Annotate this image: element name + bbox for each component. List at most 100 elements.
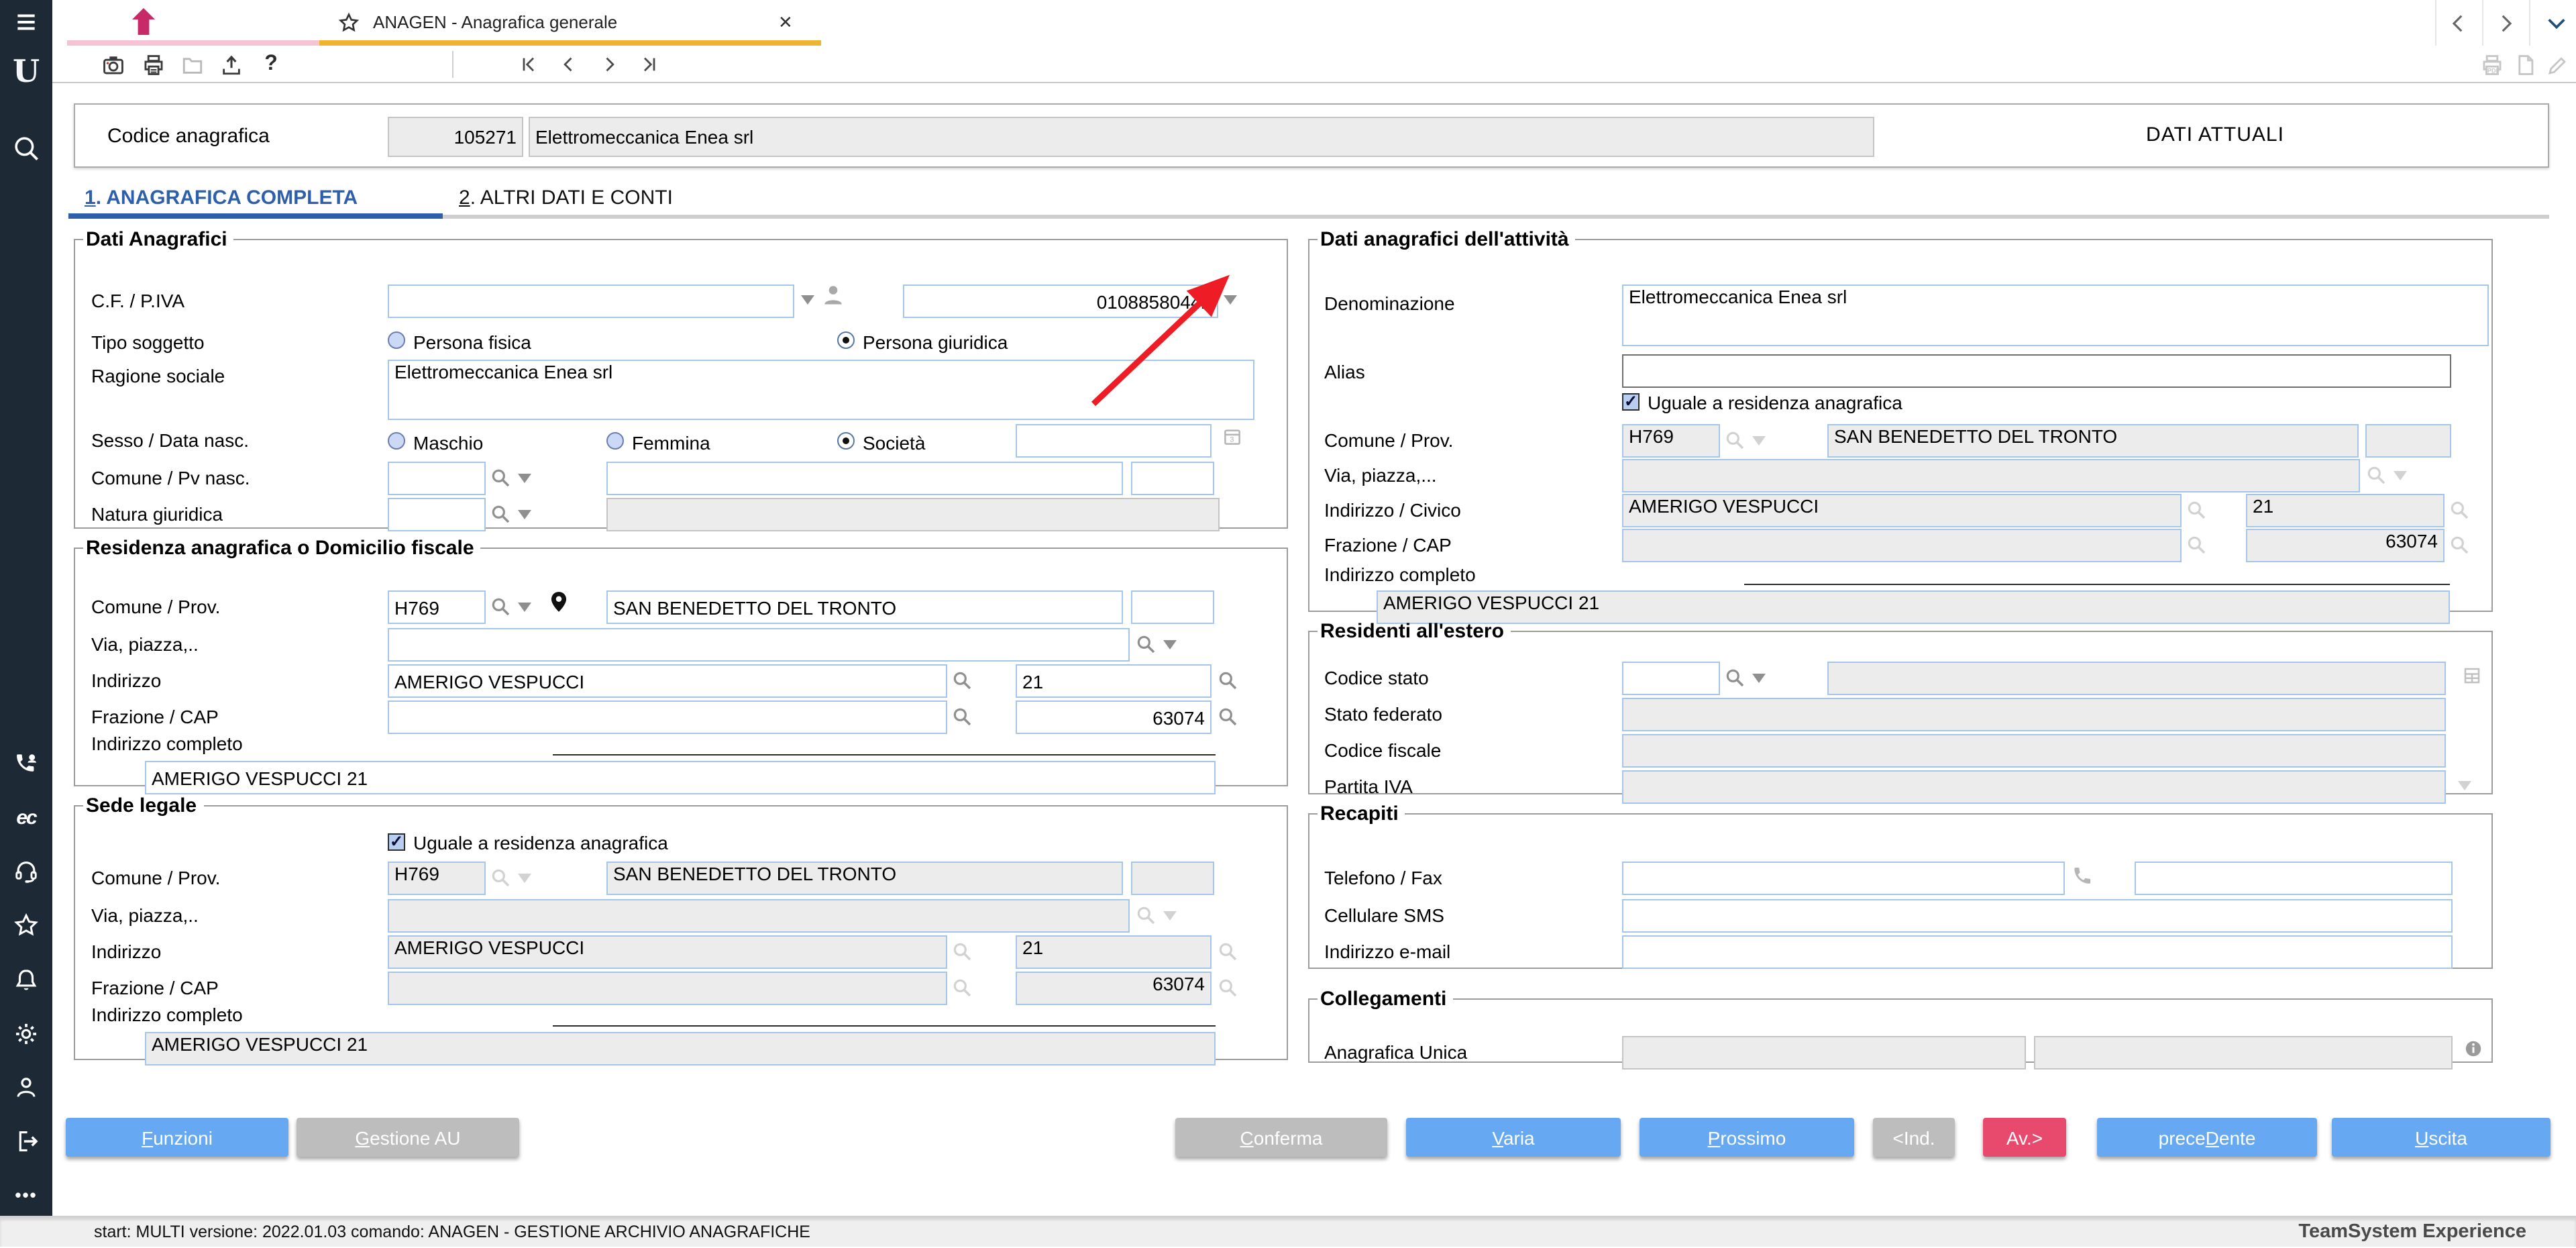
res-via-search-icon[interactable]	[1135, 633, 1157, 655]
denominazione-field[interactable]: Elettromeccanica Enea srl	[1622, 284, 2489, 346]
ragione-sociale-field[interactable]: Elettromeccanica Enea srl	[388, 360, 1254, 420]
ec-logo-icon[interactable]: ec	[0, 801, 52, 833]
favorite-star-icon[interactable]	[338, 12, 360, 34]
tab-anagrafica-completa[interactable]: 1. ANAGRAFICA COMPLETA	[85, 187, 358, 209]
natura-dropdown-icon[interactable]	[518, 510, 531, 519]
radio-societa[interactable]	[837, 432, 855, 450]
comune-nasc-code-field[interactable]	[388, 462, 486, 495]
att-comune-code-field: H769	[1622, 424, 1720, 458]
piva-field[interactable]	[903, 284, 1218, 318]
attivita-uguale-checkbox[interactable]: ✓	[1622, 393, 1640, 411]
logout-icon[interactable]	[0, 1125, 52, 1157]
comune-nasc-search-icon[interactable]	[490, 467, 511, 488]
radio-persona-giuridica[interactable]	[837, 331, 855, 349]
fax-field[interactable]	[2135, 862, 2453, 895]
tabs-list-icon[interactable]	[2541, 8, 2571, 38]
cellulare-field[interactable]	[1622, 899, 2453, 933]
close-icon[interactable]: ✕	[778, 12, 793, 34]
nav-last-icon[interactable]	[635, 50, 664, 79]
res-via-dropdown-icon[interactable]	[1163, 640, 1177, 649]
codice-anagrafica-field[interactable]	[388, 117, 523, 157]
codice-stato-dropdown-icon[interactable]	[1752, 674, 1766, 683]
avanti-button[interactable]: Av.>	[1983, 1118, 2066, 1157]
bell-icon[interactable]	[0, 964, 52, 996]
tab-altri-dati-e-conti[interactable]: 2. ALTRI DATI E CONTI	[459, 187, 673, 209]
tipo-soggetto-label: Tipo soggetto	[91, 331, 205, 353]
phone-icon[interactable]	[2072, 866, 2092, 892]
alias-field[interactable]	[1622, 354, 2451, 388]
star-icon[interactable]	[0, 908, 52, 941]
tabs-scroll-right-icon[interactable]	[2490, 8, 2520, 38]
res-comune-nome-field[interactable]	[606, 590, 1123, 624]
funzioni-button[interactable]: Funzioni	[66, 1118, 288, 1157]
codice-stato-field[interactable]	[1622, 662, 1720, 695]
nav-first-icon[interactable]	[514, 50, 543, 79]
help-icon[interactable]: ?	[256, 50, 286, 79]
nav-next-icon[interactable]	[594, 50, 624, 79]
comune-nasc-dropdown-icon[interactable]	[518, 474, 531, 483]
res-indirizzo-field[interactable]	[388, 664, 947, 698]
res-frazione-field[interactable]	[388, 700, 947, 734]
ragione-sociale-header-field[interactable]	[529, 117, 1874, 157]
uscita-button[interactable]: Uscita	[2332, 1118, 2551, 1157]
varia-button[interactable]: Varia	[1406, 1118, 1621, 1157]
res-indirizzo-search-icon[interactable]	[951, 670, 973, 691]
gear-icon[interactable]	[0, 1017, 52, 1049]
more-icon[interactable]: •••	[0, 1178, 52, 1210]
radio-persona-fisica[interactable]	[388, 331, 405, 349]
res-comune-search-icon[interactable]	[490, 596, 511, 617]
codice-fiscale-estero-field	[1622, 734, 2446, 768]
precedente-button[interactable]: preceDente	[2097, 1118, 2317, 1157]
cf-dropdown-icon[interactable]	[801, 295, 814, 305]
sede-civico-search-icon	[1217, 941, 1238, 962]
home-tab[interactable]	[67, 0, 330, 46]
user-icon[interactable]	[0, 1071, 52, 1103]
res-completo-line	[553, 754, 1216, 756]
tabs-scroll-left-icon[interactable]	[2443, 8, 2473, 38]
nav-prev-icon[interactable]	[554, 50, 584, 79]
codice-stato-search-icon[interactable]	[1724, 667, 1746, 688]
data-nascita-field[interactable]	[1016, 424, 1212, 458]
res-completo-label: Indirizzo completo	[91, 733, 243, 754]
cf-field[interactable]	[388, 284, 794, 318]
res-cap-search-icon[interactable]	[1217, 706, 1238, 727]
res-comune-dropdown-icon[interactable]	[518, 603, 531, 612]
tab-anagen[interactable]: ANAGEN - Anagrafica generale ✕	[319, 0, 821, 46]
email-field[interactable]	[1622, 935, 2453, 969]
res-prov-field[interactable]	[1131, 590, 1214, 624]
sede-uguale-checkbox[interactable]: ✓	[388, 833, 405, 851]
prossimo-button[interactable]: Prossimo	[1640, 1118, 1854, 1157]
conferma-button: Conferma	[1175, 1118, 1387, 1157]
print-icon[interactable]	[138, 50, 168, 79]
radio-femmina[interactable]	[606, 432, 624, 450]
telefono-fax-label: Telefono / Fax	[1324, 867, 1442, 888]
natura-giuridica-code-field[interactable]	[388, 498, 486, 531]
radio-maschio[interactable]	[388, 432, 405, 450]
res-cap-field[interactable]	[1016, 700, 1212, 734]
toolbar-separator	[452, 51, 453, 78]
res-completo-field[interactable]	[145, 761, 1216, 794]
codice-fiscale-estero-label: Codice fiscale	[1324, 739, 1442, 761]
res-civico-field[interactable]	[1016, 664, 1212, 698]
telefono-field[interactable]	[1622, 862, 2065, 895]
res-via-field[interactable]	[388, 628, 1130, 662]
res-civico-search-icon[interactable]	[1217, 670, 1238, 691]
hamburger-icon[interactable]	[0, 5, 52, 38]
contact-phone-icon[interactable]	[0, 747, 52, 780]
natura-search-icon[interactable]	[490, 503, 511, 525]
piva-dropdown-icon[interactable]	[1224, 295, 1237, 305]
location-pin-icon[interactable]	[547, 589, 570, 621]
info-icon[interactable]	[2463, 1039, 2483, 1065]
res-comune-code-field[interactable]	[388, 590, 486, 624]
headset-icon[interactable]	[0, 855, 52, 887]
person-lookup-icon[interactable]	[821, 283, 845, 314]
res-frazione-search-icon[interactable]	[951, 706, 973, 727]
upload-icon[interactable]	[216, 50, 246, 79]
calendar-icon[interactable]	[1222, 427, 1242, 454]
comune-nasc-nome-field[interactable]	[606, 462, 1123, 495]
folder-icon[interactable]	[177, 50, 207, 79]
camera-icon[interactable]	[98, 50, 127, 79]
pv-nasc-field[interactable]	[1131, 462, 1214, 495]
anagen-window: U ec ••• ANAGEN - Anagrafica generale ✕	[0, 0, 2576, 1247]
search-icon[interactable]	[0, 132, 52, 164]
